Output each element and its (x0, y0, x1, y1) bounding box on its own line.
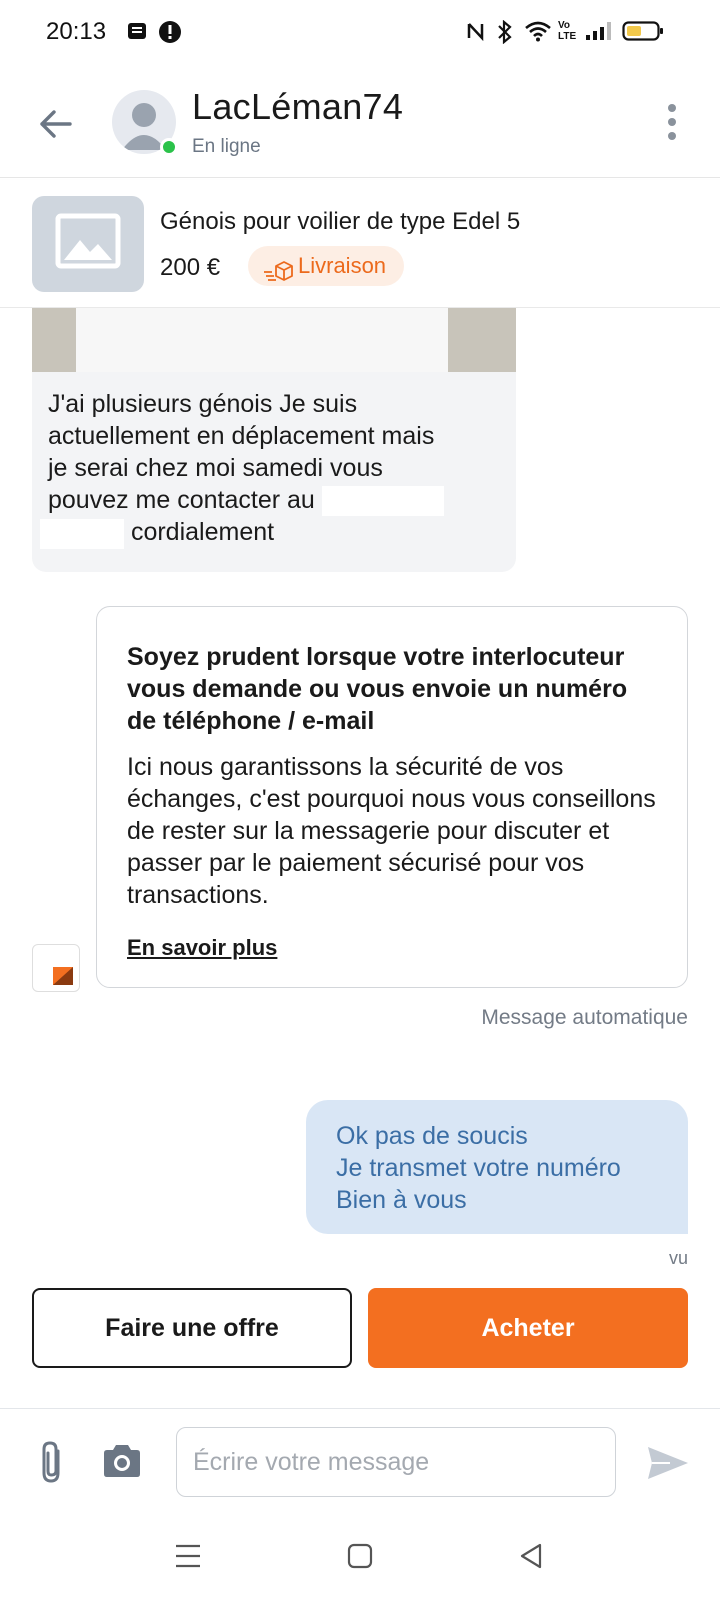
home-icon[interactable] (346, 1542, 374, 1575)
camera-icon[interactable] (100, 1443, 144, 1484)
volte-icon: Vo LTE (558, 20, 577, 42)
delivery-badge-label: Livraison (298, 253, 387, 278)
system-navigation-bar (0, 1520, 720, 1600)
back-icon[interactable] (518, 1542, 546, 1575)
more-options-icon[interactable] (660, 102, 684, 142)
status-time: 20:13 (46, 18, 107, 45)
online-status-dot (160, 138, 178, 156)
presence-status: En ligne (192, 136, 261, 157)
product-image-placeholder-icon (32, 196, 144, 292)
send-icon[interactable] (646, 1443, 690, 1488)
sent-message: Ok pas de soucis Je transmet votre numér… (306, 1100, 688, 1234)
product-summary[interactable]: Génois pour voilier de type Edel 5 200 €… (0, 180, 720, 308)
received-message: J'ai plusieurs génois Je suis actuelleme… (32, 308, 516, 572)
learn-more-link[interactable]: En savoir plus (127, 935, 277, 961)
delivery-badge: Livraison (248, 246, 405, 286)
redacted-phone (321, 486, 444, 517)
signal-icon (584, 20, 614, 47)
status-bar: 20:13 Vo LTE (0, 0, 720, 66)
conversation-header: LacLéman74 En ligne (0, 66, 720, 178)
package-icon (262, 255, 294, 295)
make-offer-button[interactable]: Faire une offre (32, 1288, 352, 1368)
message-input[interactable] (176, 1427, 616, 1497)
automatic-warning-message: Soyez prudent lorsque votre interlocuteu… (96, 606, 688, 988)
redacted-phone (40, 518, 124, 549)
received-message-text: J'ai plusieurs génois Je suis actuelleme… (40, 388, 500, 549)
wifi-icon (524, 20, 552, 47)
contact-name[interactable]: LacLéman74 (192, 86, 403, 128)
warning-title: Soyez prudent lorsque votre interlocuteu… (127, 643, 628, 735)
product-title: Génois pour voilier de type Edel 5 (160, 208, 521, 235)
product-price: 200 € (160, 254, 221, 281)
battery-icon (622, 20, 664, 47)
message-photo[interactable] (32, 308, 516, 372)
read-receipt: vu (668, 1248, 688, 1268)
back-arrow-icon[interactable] (36, 104, 76, 144)
automatic-message-caption: Message automatique (481, 1006, 688, 1029)
notification-icon (126, 20, 148, 47)
message-composer (0, 1408, 720, 1520)
platform-logo-icon (32, 944, 80, 992)
bluetooth-icon (496, 19, 514, 49)
buy-button[interactable]: Acheter (368, 1288, 688, 1368)
nfc-icon (466, 20, 486, 47)
menu-icon[interactable] (174, 1542, 202, 1575)
warning-body: Ici nous garantissons la sécurité de vos… (127, 753, 656, 909)
attachment-icon[interactable] (36, 1439, 68, 1492)
message-list[interactable]: J'ai plusieurs génois Je suis actuelleme… (0, 308, 720, 1308)
alert-icon (158, 20, 182, 49)
